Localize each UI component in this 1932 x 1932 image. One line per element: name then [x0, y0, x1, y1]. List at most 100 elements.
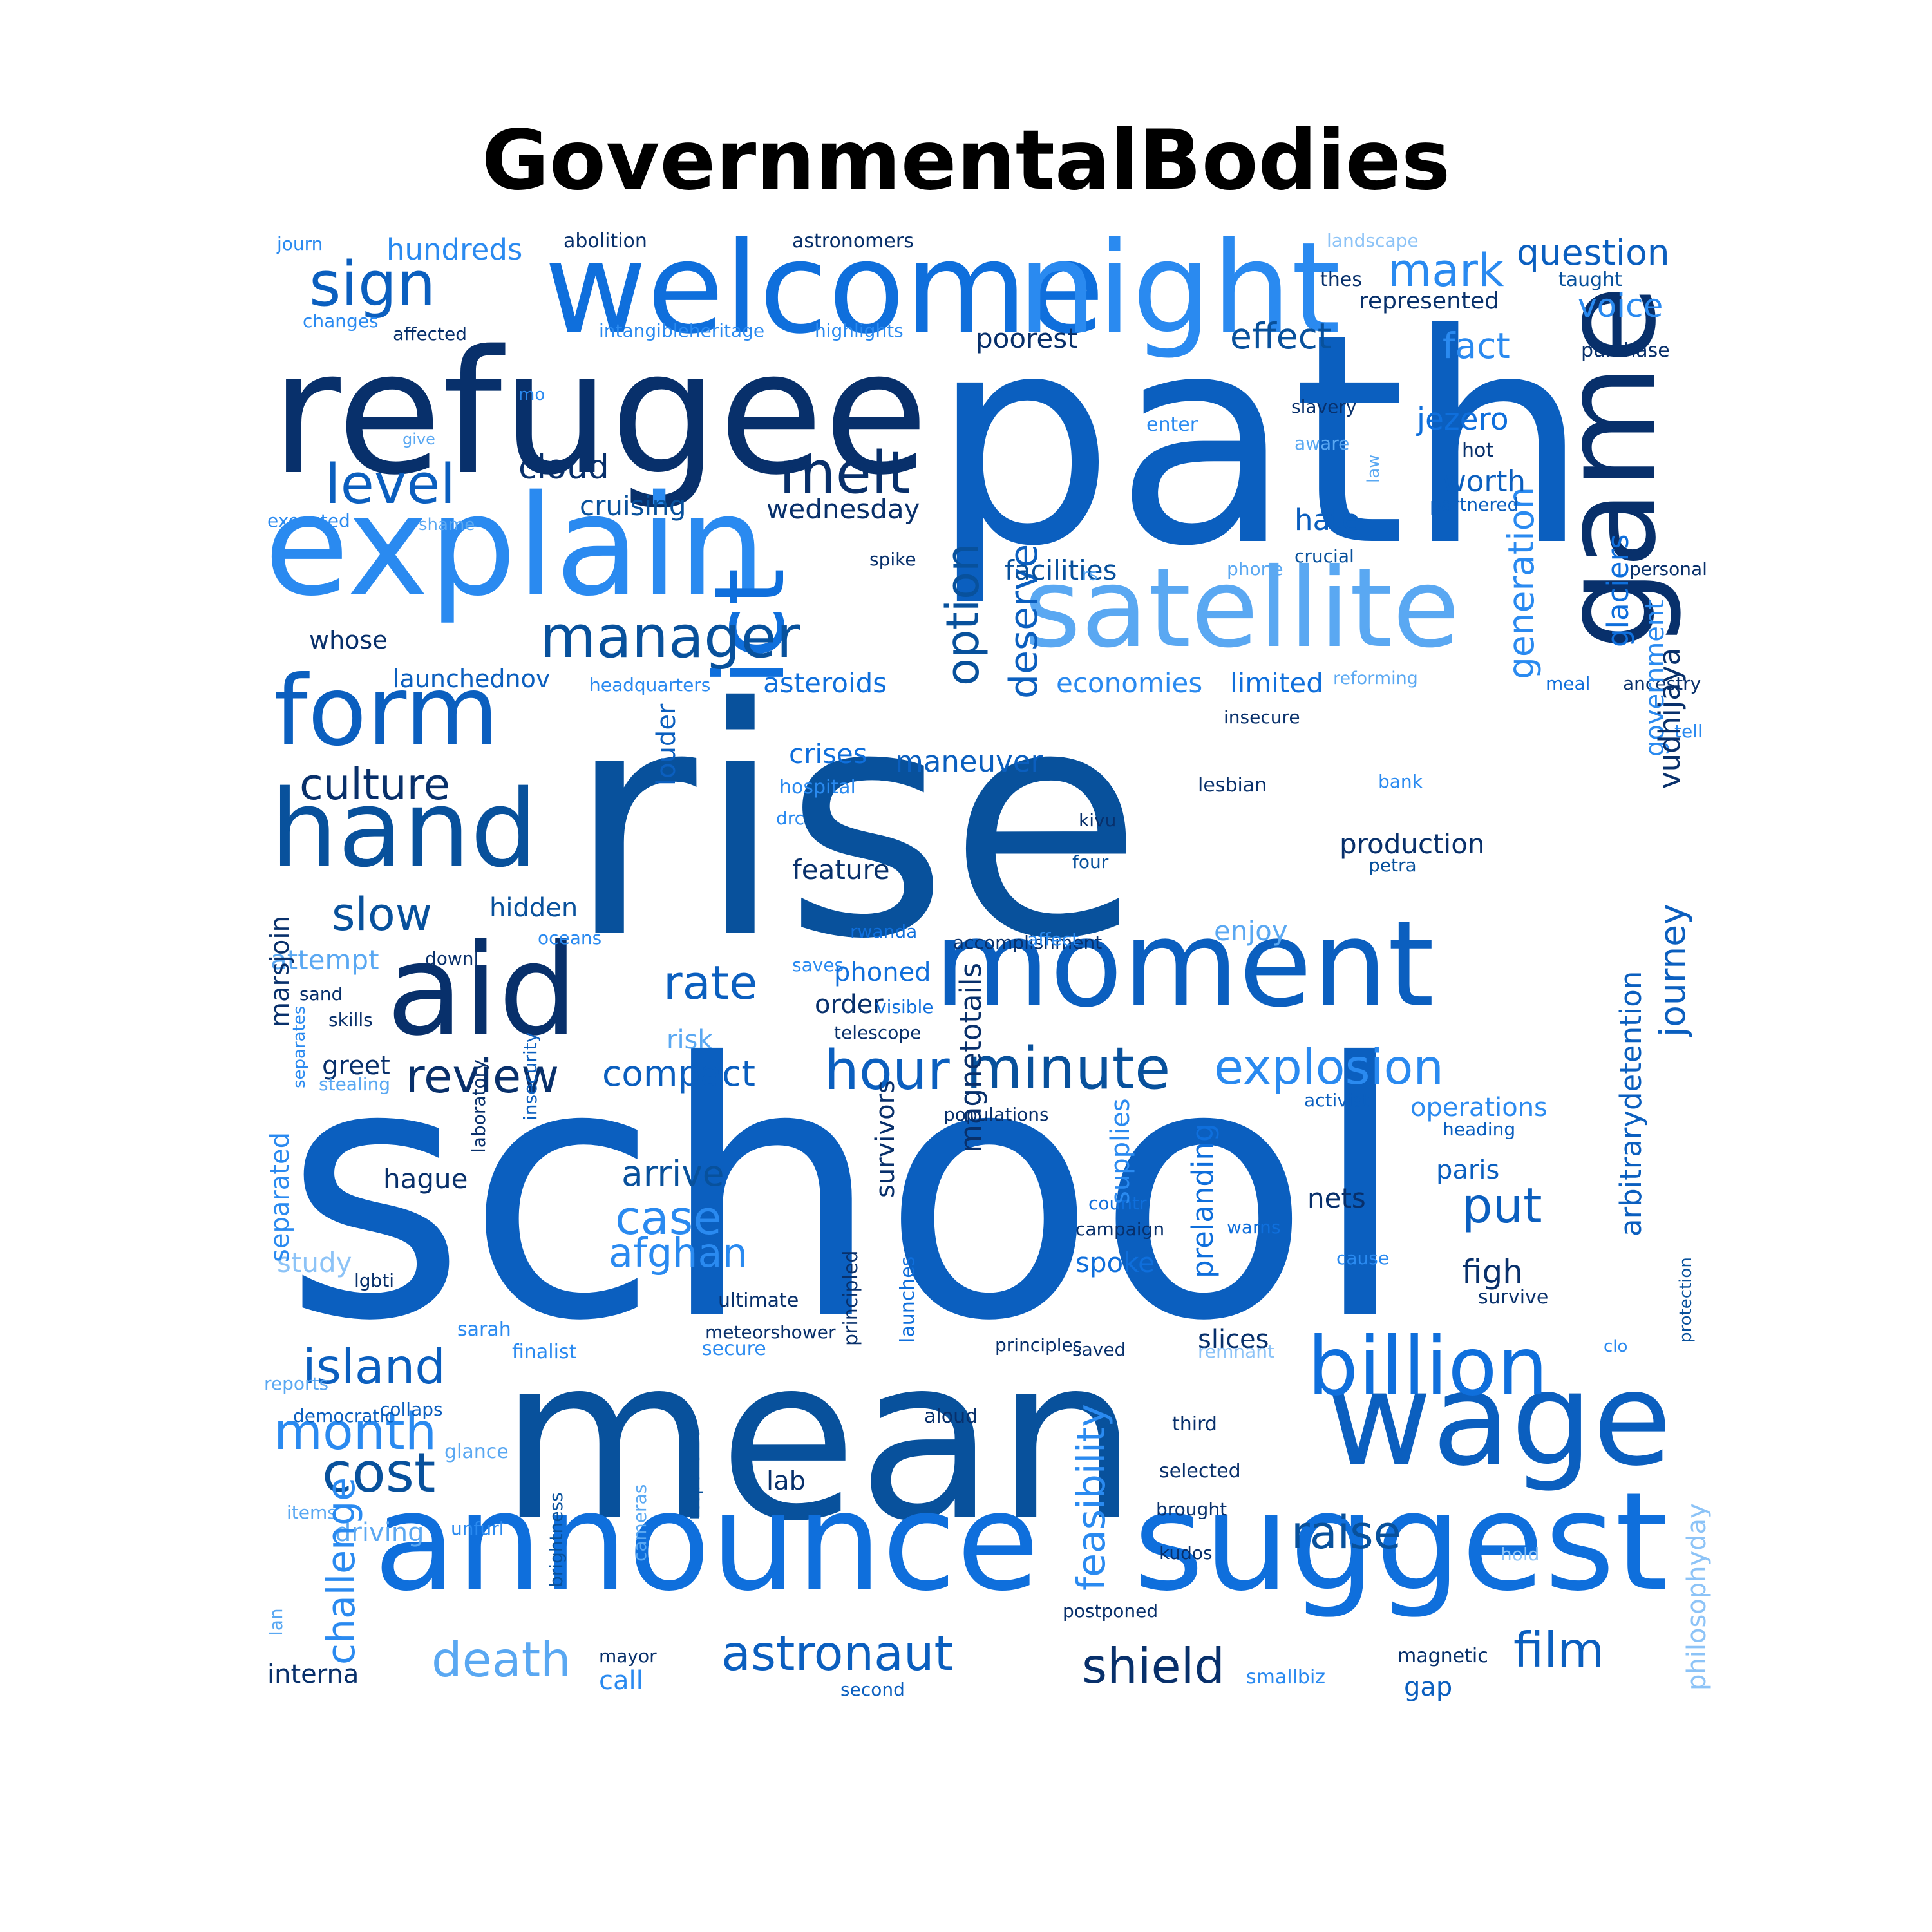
- cloud-word: secure: [702, 1338, 766, 1360]
- cloud-word: economies: [1056, 667, 1203, 699]
- cloud-word: meal: [1546, 673, 1591, 694]
- cloud-word: worth: [1443, 464, 1526, 498]
- cloud-word: lesbian: [1198, 774, 1267, 797]
- cloud-word: visible: [876, 996, 934, 1018]
- cloud-word: hospital: [779, 776, 856, 799]
- cloud-word: operations: [1410, 1093, 1548, 1122]
- cloud-word: enjoy: [1214, 915, 1288, 947]
- cloud-word: brought: [1156, 1499, 1227, 1520]
- cloud-word: taught: [1558, 269, 1622, 291]
- cloud-word: challenge: [319, 1477, 364, 1665]
- cloud-word: partnered: [1430, 494, 1519, 515]
- cloud-word: culture: [299, 759, 450, 810]
- cloud-word: heading: [1443, 1119, 1516, 1140]
- word-cloud: school rise path mean refugee explain welcome n…: [0, 0, 1932, 1932]
- cloud-word: finalist: [512, 1341, 577, 1363]
- cloud-word: landscape: [1327, 230, 1419, 251]
- cloud-word: warns: [1227, 1217, 1281, 1238]
- cloud-word: reforming: [1333, 668, 1418, 688]
- cloud-word: affect: [1027, 929, 1079, 950]
- cloud-word: executed: [267, 510, 350, 531]
- cloud-word: rs: [1082, 565, 1098, 585]
- cloud-word: jezero: [1417, 402, 1509, 437]
- cloud-word: feature: [792, 854, 890, 886]
- cloud-word: selected: [1159, 1460, 1241, 1482]
- cloud-word: enter: [1146, 413, 1198, 436]
- cloud-word: represented: [1359, 288, 1500, 314]
- cloud-word: crises: [789, 738, 867, 770]
- cloud-word: gap: [1404, 1672, 1453, 1702]
- cloud-word: separates: [290, 1005, 309, 1088]
- cloud-word: minute: [966, 1035, 1171, 1103]
- cloud-word: ultimate: [718, 1289, 799, 1312]
- cloud-word: level: [325, 453, 456, 516]
- cloud-word: cameras: [629, 1484, 650, 1562]
- cloud-word: four: [1072, 851, 1109, 873]
- cloud-word: spike: [869, 549, 916, 570]
- cloud-word: democratic: [293, 1405, 395, 1426]
- cloud-word: film: [1513, 1622, 1605, 1678]
- cloud-word: mo: [518, 385, 545, 404]
- cloud-word: limited: [1230, 667, 1323, 699]
- cloud-word: prelanding: [1186, 1123, 1220, 1278]
- cloud-word: cruising: [580, 490, 687, 522]
- cloud-word: unfurl: [451, 1518, 504, 1539]
- cloud-word: magnetotails: [954, 962, 988, 1153]
- cloud-word: highlights: [815, 320, 904, 341]
- cloud-word: thes: [1320, 269, 1362, 291]
- cloud-word: changes: [303, 310, 379, 332]
- cloud-word: kivu: [1079, 810, 1117, 831]
- cloud-word: hold: [1501, 1544, 1540, 1565]
- cloud-word: philosophyday: [1682, 1503, 1712, 1690]
- cloud-word: voice: [1578, 287, 1663, 325]
- cloud-word: give: [402, 430, 435, 448]
- cloud-word: responsive: [685, 1429, 704, 1520]
- cloud-word: louder: [652, 703, 681, 786]
- cloud-word: mark: [1388, 244, 1504, 297]
- cloud-word: hate: [1294, 503, 1360, 537]
- cloud-word: whose: [309, 626, 388, 654]
- cloud-word: lab: [766, 1466, 806, 1496]
- cloud-word: marsjoin: [265, 916, 295, 1027]
- cloud-word: remnant: [1198, 1341, 1275, 1362]
- cloud-word: moment: [934, 895, 1435, 1034]
- cloud-word: saved: [1072, 1339, 1126, 1360]
- cloud-word: laboratory: [468, 1059, 489, 1153]
- cloud-word: astronaut: [721, 1625, 953, 1681]
- cloud-word: poorest: [976, 323, 1078, 354]
- cloud-word: compact: [602, 1053, 755, 1094]
- cloud-word: brightness: [545, 1492, 567, 1587]
- cloud-word: vudhijaya: [1653, 647, 1687, 789]
- cloud-word: law: [1364, 454, 1383, 483]
- cloud-word: aware: [1294, 433, 1350, 454]
- cloud-word: journey: [1652, 904, 1693, 1037]
- cloud-word: paris: [1436, 1155, 1500, 1185]
- cloud-word: magnetic: [1397, 1645, 1488, 1667]
- cloud-word: separated: [265, 1132, 295, 1262]
- cloud-word: downl: [425, 948, 479, 969]
- cloud-word: cause: [1336, 1247, 1390, 1269]
- cloud-word: billion: [1307, 1320, 1548, 1414]
- cloud-word: skills: [328, 1009, 373, 1030]
- cloud-word: put: [1462, 1177, 1542, 1234]
- cloud-word: hot: [1462, 439, 1494, 462]
- cloud-word: survivors: [871, 1080, 900, 1198]
- cloud-word: rate: [663, 956, 758, 1010]
- cloud-word: telescope: [834, 1022, 922, 1043]
- cloud-word: reports: [264, 1373, 329, 1394]
- cloud-word: nets: [1307, 1182, 1366, 1214]
- cloud-word: afghan: [609, 1229, 748, 1276]
- cloud-word: second: [840, 1679, 905, 1700]
- cloud-word: hundreds: [386, 232, 523, 267]
- cloud-word: drc: [776, 808, 805, 829]
- cloud-word: announce: [374, 1463, 1040, 1621]
- cloud-word: protection: [1676, 1257, 1696, 1343]
- cloud-word: abolition: [564, 230, 647, 252]
- cloud-word: arrive: [621, 1153, 724, 1194]
- cloud-word: generation: [1501, 486, 1542, 679]
- cloud-word: smallbiz: [1246, 1666, 1326, 1689]
- cloud-word: feasibility: [1069, 1404, 1114, 1591]
- cloud-word: third: [1172, 1413, 1217, 1435]
- cloud-word: phone: [1227, 558, 1283, 580]
- cloud-word: journ: [277, 233, 323, 254]
